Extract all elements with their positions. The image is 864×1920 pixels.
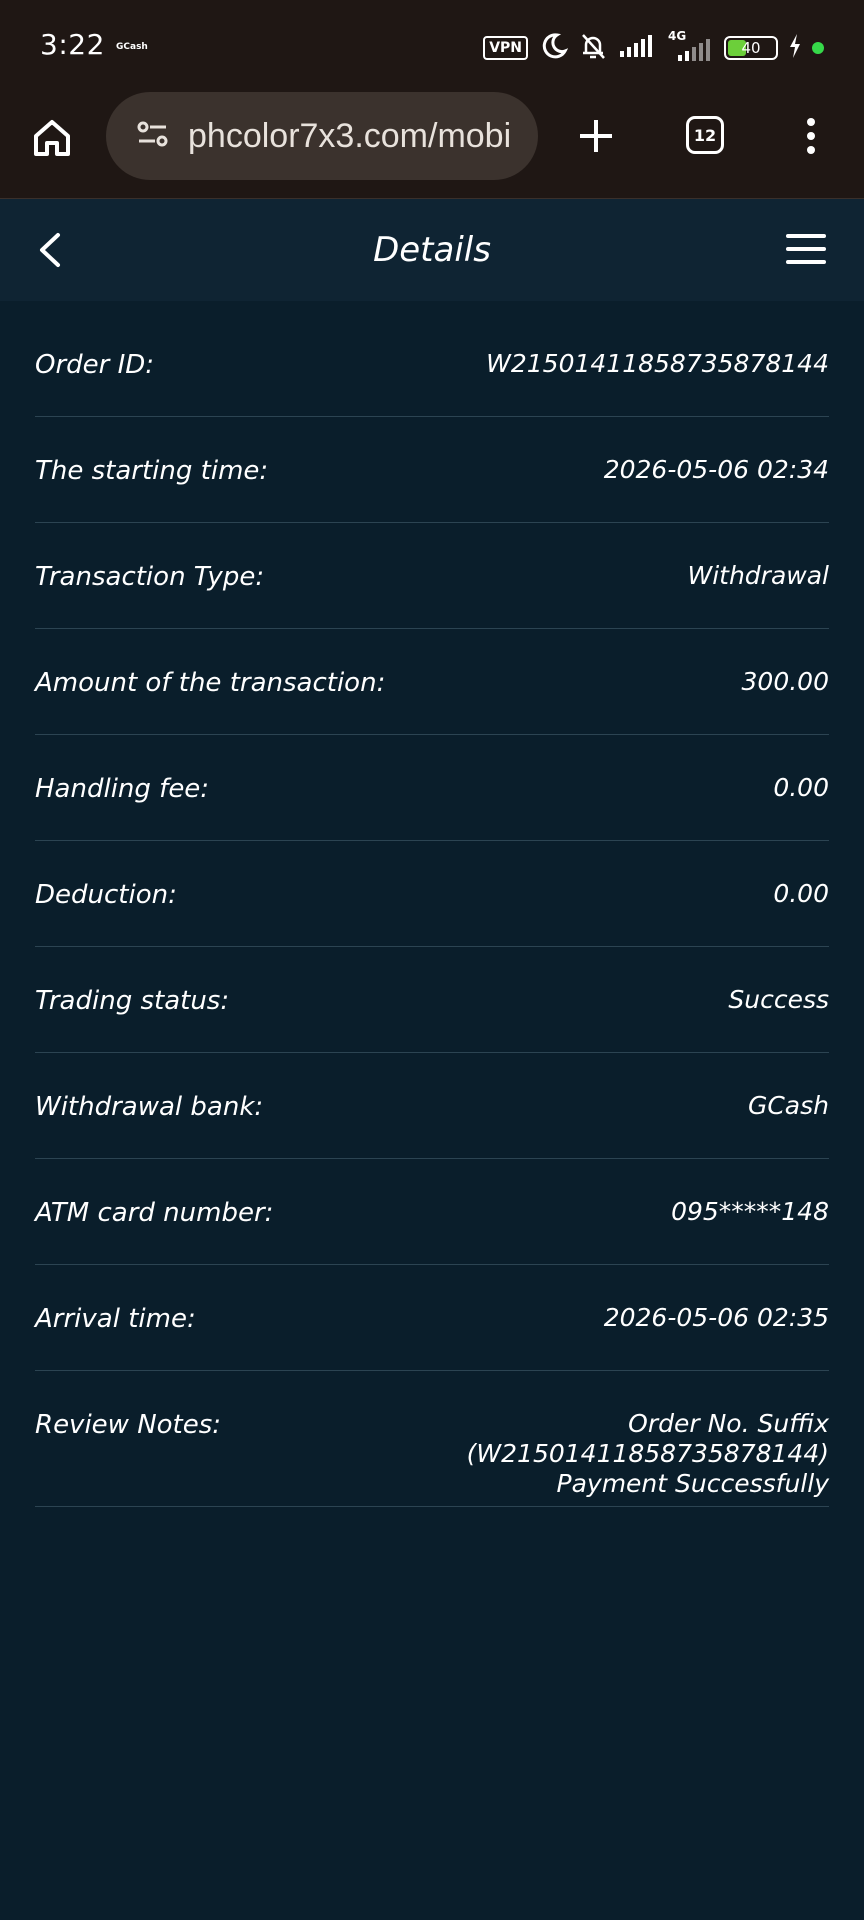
privacy-indicator-dot <box>812 42 824 54</box>
status-icons: VPN 4G 40 <box>483 29 824 66</box>
detail-row-transaction-type: Transaction Type: Withdrawal <box>35 523 829 629</box>
home-icon[interactable] <box>30 116 74 160</box>
detail-label: Handling fee: <box>35 774 210 804</box>
moon-icon <box>538 31 569 65</box>
site-settings-icon[interactable] <box>136 119 170 153</box>
detail-label: Transaction Type: <box>35 562 265 592</box>
new-tab-plus-icon[interactable] <box>574 114 618 158</box>
detail-row-arrival-time: Arrival time: 2026-05-06 02:35 <box>35 1265 829 1371</box>
vpn-badge: VPN <box>483 36 528 60</box>
notification-app-name: GCash <box>116 42 148 52</box>
status-time: 3:22 <box>40 28 105 61</box>
detail-value: 2026-05-06 02:35 <box>603 1303 829 1332</box>
detail-label: Arrival time: <box>35 1304 196 1334</box>
detail-row-deduction: Deduction: 0.00 <box>35 841 829 947</box>
network-4g-signal-icon: 4G <box>668 29 714 65</box>
detail-label: The starting time: <box>35 456 269 486</box>
battery-level: 40 <box>741 39 761 57</box>
detail-value: 0.00 <box>773 879 829 908</box>
detail-label: Review Notes: <box>35 1410 222 1440</box>
detail-value: Withdrawal <box>687 561 830 590</box>
detail-row-atm-card-number: ATM card number: 095*****148 <box>35 1159 829 1265</box>
detail-value: 095*****148 <box>671 1197 829 1226</box>
charging-icon <box>788 33 802 63</box>
tab-switcher-button[interactable]: 12 <box>686 116 724 154</box>
detail-value: Success <box>728 985 829 1014</box>
detail-row-review-notes: Review Notes: Order No. Suffix (W2150141… <box>35 1371 829 1507</box>
detail-row-amount: Amount of the transaction: 300.00 <box>35 629 829 735</box>
detail-row-trading-status: Trading status: Success <box>35 947 829 1053</box>
detail-label: Amount of the transaction: <box>35 668 386 698</box>
detail-label: ATM card number: <box>35 1198 274 1228</box>
detail-row-handling-fee: Handling fee: 0.00 <box>35 735 829 841</box>
tab-count: 12 <box>693 125 717 145</box>
bell-muted-icon <box>578 31 608 65</box>
detail-label: Withdrawal bank: <box>35 1092 264 1122</box>
detail-label: Trading status: <box>35 986 230 1016</box>
hamburger-menu-icon[interactable] <box>784 229 828 269</box>
detail-value: 0.00 <box>773 773 829 802</box>
battery-icon: 40 <box>724 36 778 60</box>
detail-row-withdrawal-bank: Withdrawal bank: GCash <box>35 1053 829 1159</box>
detail-label: Order ID: <box>35 350 155 380</box>
status-bar: 3:22 GCash VPN 4G 40 <box>0 0 864 98</box>
address-bar[interactable]: phcolor7x3.com/mobi <box>106 92 538 180</box>
detail-value: W21501411858735878144 <box>486 349 829 378</box>
details-list: Order ID: W21501411858735878144 The star… <box>35 311 829 1507</box>
detail-value: 300.00 <box>741 667 829 696</box>
review-notes-line-2: Payment Successfully <box>556 1469 830 1498</box>
detail-row-order-id: Order ID: W21501411858735878144 <box>35 311 829 417</box>
page-title: Details <box>373 230 491 270</box>
more-options-icon[interactable] <box>796 114 826 158</box>
browser-toolbar: phcolor7x3.com/mobi 12 <box>0 92 864 199</box>
detail-label: Deduction: <box>35 880 177 910</box>
detail-value: GCash <box>747 1091 829 1120</box>
page-header: Details <box>0 199 864 301</box>
review-notes-value: Order No. Suffix (W21501411858735878144)… <box>289 1409 829 1499</box>
url-text: phcolor7x3.com/mobi <box>188 116 512 155</box>
detail-row-starting-time: The starting time: 2026-05-06 02:34 <box>35 417 829 523</box>
detail-value: 2026-05-06 02:34 <box>603 455 829 484</box>
review-notes-line-1: Order No. Suffix (W21501411858735878144) <box>466 1409 829 1468</box>
signal-icon <box>618 33 658 63</box>
